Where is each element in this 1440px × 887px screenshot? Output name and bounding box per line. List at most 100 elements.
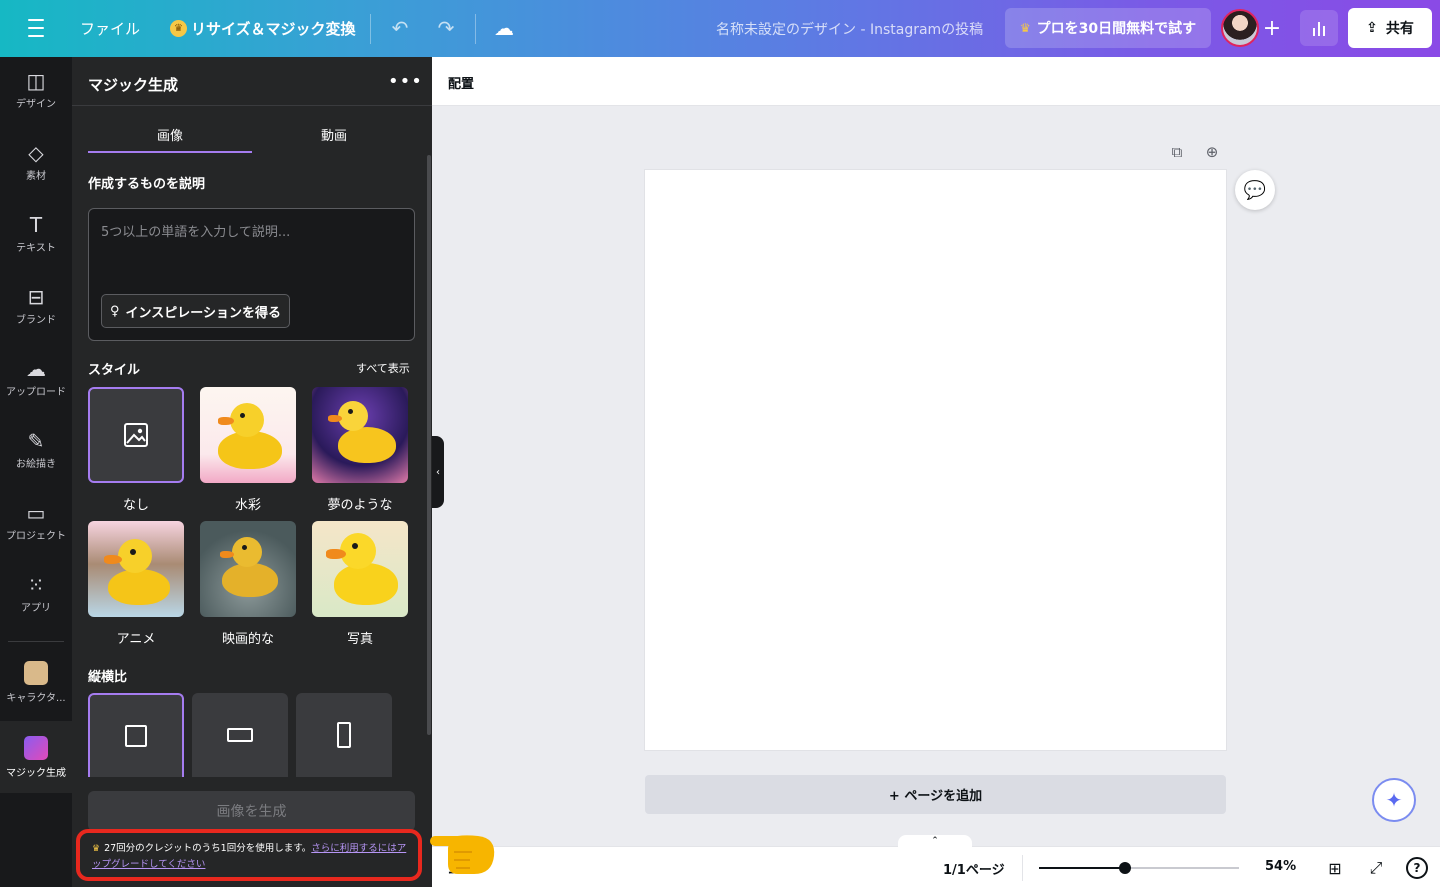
ratio-portrait-option[interactable]: [296, 693, 392, 777]
style-none-label: なし: [122, 498, 149, 513]
magic-media-panel: マジック生成 ••• 画像 動画 作成するものを説明 ♀ インスピレーションを得…: [72, 57, 432, 887]
style-dreamy-card[interactable]: [312, 387, 408, 483]
crown-icon: ♛: [170, 20, 187, 37]
style-none-card[interactable]: [88, 387, 184, 483]
cloud-saved-icon[interactable]: ☁: [490, 14, 518, 42]
aspect-ratio-label: 縦横比: [88, 670, 128, 685]
inspire-label: インスピレーションを得る: [125, 305, 282, 321]
bottom-bar: ⌃ ニ 1/1ページ 54% ⊞ ⤢ ?: [432, 835, 1440, 887]
share-button[interactable]: ⇪ 共有: [1348, 8, 1432, 48]
share-label: 共有: [1385, 21, 1414, 37]
collapse-panel-handle[interactable]: ‹: [432, 436, 444, 508]
divider: [370, 14, 371, 44]
rail-label: テキスト: [16, 242, 56, 254]
rail-item-uploads[interactable]: ☁ アップロード: [0, 345, 72, 411]
square-icon: [125, 725, 147, 747]
portrait-icon: [337, 722, 351, 748]
tab-video[interactable]: 動画: [252, 125, 416, 144]
zoom-slider[interactable]: [1039, 862, 1239, 874]
chevron-up-icon[interactable]: ⌃: [898, 835, 972, 847]
divider: [1022, 855, 1023, 881]
zoom-handle[interactable]: [1119, 862, 1131, 874]
draw-icon: ✎: [27, 428, 45, 453]
crown-icon: ♛: [1019, 21, 1031, 35]
character-app-icon: [24, 660, 48, 685]
grid-view-icon[interactable]: ⊞: [1324, 857, 1346, 879]
upload-cloud-icon: ☁: [26, 356, 46, 381]
try-pro-button[interactable]: ♛ プロを30日間無料で試す: [1005, 8, 1211, 48]
magic-sparkle-icon[interactable]: ✦: [1372, 778, 1416, 822]
rail-label: お絵描き: [16, 458, 56, 470]
add-page-icon[interactable]: ⊕: [1201, 142, 1223, 162]
rail-item-projects[interactable]: ▭ プロジェクト: [0, 489, 72, 555]
ratio-square-option[interactable]: [88, 693, 184, 777]
rail-item-elements[interactable]: ◇ 素材: [0, 129, 72, 195]
rail-label: マジック生成: [6, 767, 66, 779]
try-pro-label: プロを30日間無料で試す: [1036, 21, 1197, 37]
fullscreen-icon[interactable]: ⤢: [1365, 857, 1387, 879]
page-count[interactable]: 1/1ページ: [943, 859, 1005, 878]
pointing-hand-icon: [430, 835, 495, 874]
add-comment-icon[interactable]: 💬: [1235, 170, 1275, 210]
redo-icon[interactable]: ↷: [432, 14, 460, 42]
prompt-box: ♀ インスピレーションを得る: [88, 208, 415, 341]
add-collaborator-icon[interactable]: +: [1258, 14, 1286, 42]
prompt-input[interactable]: [89, 209, 414, 289]
style-anime-card[interactable]: [88, 521, 184, 617]
generate-image-button[interactable]: 画像を生成: [88, 791, 415, 831]
style-anime-label: アニメ: [116, 632, 156, 647]
folder-icon: ▭: [26, 500, 46, 525]
shapes-icon: ◇: [28, 140, 44, 165]
more-options-icon[interactable]: •••: [388, 71, 423, 92]
help-icon[interactable]: ?: [1406, 857, 1428, 879]
share-upload-icon: ⇪: [1366, 20, 1378, 36]
panel-scrollbar[interactable]: [427, 155, 431, 735]
user-avatar[interactable]: [1221, 9, 1259, 47]
rail-label: アップロード: [6, 386, 66, 398]
zoom-level[interactable]: 54%: [1265, 859, 1296, 874]
file-menu[interactable]: ファイル: [80, 18, 140, 39]
rail-item-magic-media[interactable]: マジック生成: [0, 721, 72, 793]
show-all-link[interactable]: すべて表示: [356, 360, 410, 376]
rail-item-apps[interactable]: ⁙ アプリ: [0, 561, 72, 627]
add-page-button[interactable]: + ページを追加: [645, 775, 1226, 814]
rail-label: アプリ: [21, 602, 51, 614]
panel-title: マジック生成: [88, 76, 179, 94]
rail-item-draw[interactable]: ✎ お絵描き: [0, 417, 72, 483]
apps-grid-icon: ⁙: [27, 572, 45, 597]
get-inspiration-button[interactable]: ♀ インスピレーションを得る: [101, 294, 291, 328]
active-tab-indicator: [88, 151, 252, 153]
style-watercolor-label: 水彩: [234, 498, 261, 513]
resize-magic-switch-button[interactable]: ♛ リサイズ＆マジック変換: [170, 18, 356, 39]
style-photo-card[interactable]: [312, 521, 408, 617]
design-page[interactable]: [645, 170, 1226, 750]
style-photo-label: 写真: [346, 632, 373, 647]
describe-label: 作成するものを説明: [88, 177, 206, 192]
brand-icon: ⊟: [27, 284, 45, 309]
menu-icon[interactable]: [20, 16, 52, 40]
style-cinematic-card[interactable]: [200, 521, 296, 617]
style-cinematic-label: 映画的な: [221, 632, 274, 647]
rail-item-brand[interactable]: ⊟ ブランド: [0, 273, 72, 339]
top-bar: ファイル ♛ リサイズ＆マジック変換 ↶ ↷ ☁ 名称未設定のデザイン - In…: [0, 0, 1440, 57]
left-rail: ◫ デザイン ◇ 素材 T テキスト ⊟ ブランド ☁ アップロード ✎ お絵描…: [0, 57, 72, 887]
rail-label: デザイン: [16, 98, 56, 110]
context-toolbar: 配置: [432, 57, 1440, 106]
ratio-landscape-option[interactable]: [192, 693, 288, 777]
insights-chart-icon[interactable]: [1300, 10, 1338, 46]
duplicate-page-icon[interactable]: ⧉: [1166, 142, 1188, 162]
design-title[interactable]: 名称未設定のデザイン - Instagramの投稿: [716, 19, 983, 39]
crown-icon: ♛: [92, 844, 101, 854]
rail-label: 素材: [26, 170, 46, 182]
position-button[interactable]: 配置: [448, 73, 474, 92]
rail-item-character[interactable]: キャラクタ...: [0, 649, 72, 715]
rail-item-text[interactable]: T テキスト: [0, 201, 72, 267]
rail-label: プロジェクト: [6, 530, 66, 542]
lightbulb-icon: ♀: [110, 303, 120, 319]
tab-image[interactable]: 画像: [88, 125, 252, 144]
rail-label: キャラクタ...: [6, 692, 66, 704]
rail-item-design[interactable]: ◫ デザイン: [0, 57, 72, 123]
style-watercolor-card[interactable]: [200, 387, 296, 483]
layout-icon: ◫: [26, 68, 46, 93]
undo-icon[interactable]: ↶: [386, 14, 414, 42]
